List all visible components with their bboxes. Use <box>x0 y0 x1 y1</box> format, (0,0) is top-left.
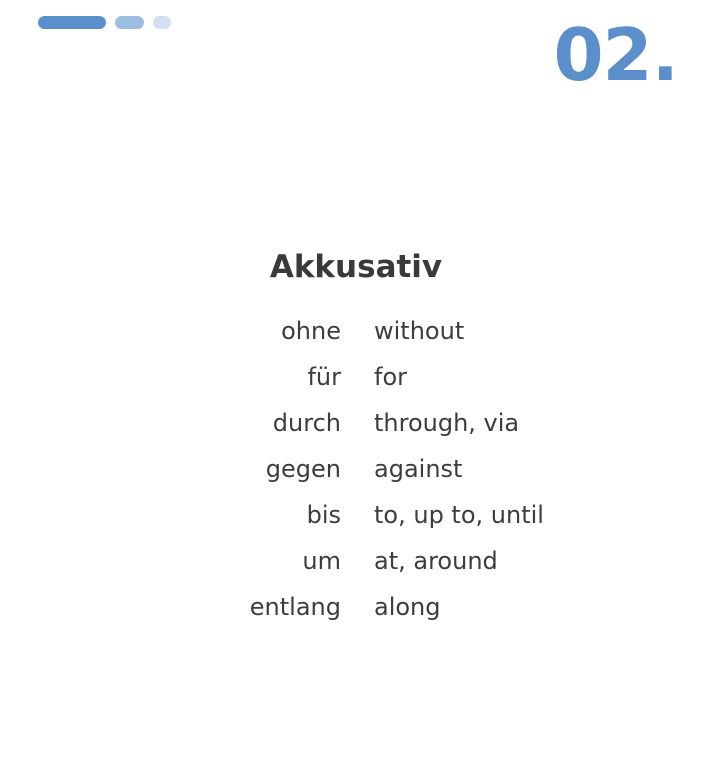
english-translation: for <box>374 363 407 391</box>
progress-segment-1 <box>38 16 106 29</box>
german-term: um <box>302 547 341 575</box>
english-translation: without <box>374 317 465 345</box>
german-term: durch <box>272 409 341 437</box>
progress-segment-2 <box>115 16 144 29</box>
slide-number: 02. <box>553 13 679 97</box>
vocabulary-list: ohne without für for durch through, via … <box>0 309 720 631</box>
list-item: bis to, up to, until <box>0 493 720 539</box>
list-item: ohne without <box>0 309 720 355</box>
german-term: ohne <box>281 317 341 345</box>
english-translation: along <box>374 593 441 621</box>
list-item: entlang along <box>0 585 720 631</box>
german-term: entlang <box>249 593 341 621</box>
english-translation: to, up to, until <box>374 501 544 529</box>
page-title: Akkusativ <box>269 249 443 285</box>
progress-segment-3 <box>153 16 171 29</box>
progress-indicator <box>38 16 171 29</box>
german-term: bis <box>306 501 341 529</box>
german-term: für <box>307 363 341 391</box>
list-item: für for <box>0 355 720 401</box>
list-item: gegen against <box>0 447 720 493</box>
list-item: durch through, via <box>0 401 720 447</box>
english-translation: through, via <box>374 409 520 437</box>
german-term: gegen <box>265 455 341 483</box>
english-translation: at, around <box>374 547 498 575</box>
english-translation: against <box>374 455 463 483</box>
list-item: um at, around <box>0 539 720 585</box>
